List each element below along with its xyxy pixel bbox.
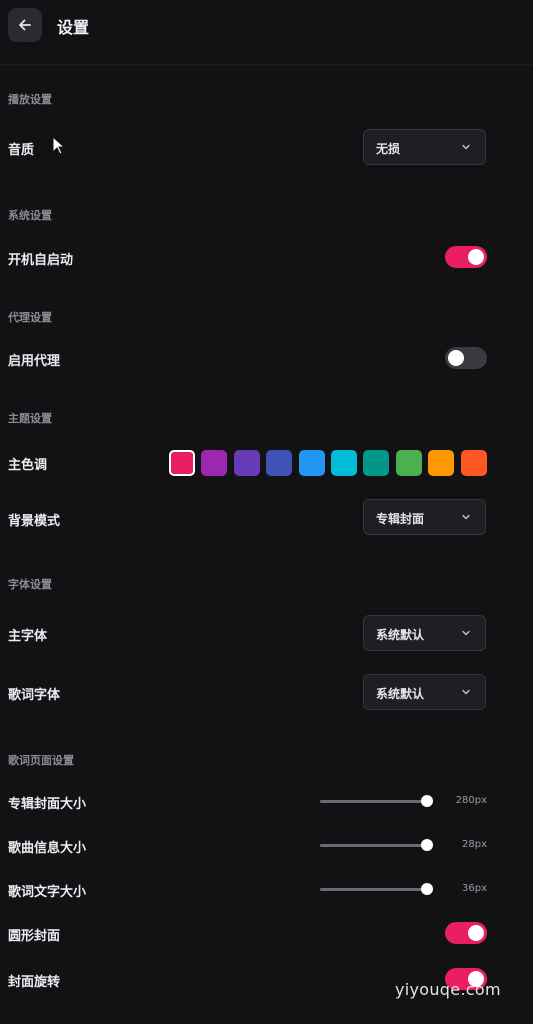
quality-label: 音质: [8, 143, 35, 158]
lyric-font-label: 歌词字体: [8, 688, 61, 703]
chevron-down-icon: [462, 514, 470, 520]
quality-select-value: 无损: [376, 142, 401, 156]
color-swatch[interactable]: [169, 450, 195, 476]
proxy-label: 启用代理: [8, 354, 61, 369]
main-font-value: 系统默认: [376, 628, 425, 642]
watermark-text: yiyouqe.com: [395, 980, 501, 999]
proxy-toggle[interactable]: [445, 347, 487, 369]
chevron-down-icon: [462, 630, 470, 636]
slider-thumb[interactable]: [421, 883, 433, 895]
cover-size-slider[interactable]: [320, 795, 433, 807]
chevron-down-icon: [462, 144, 470, 150]
section-title-font: 字体设置: [8, 578, 52, 591]
main-font-select[interactable]: 系统默认: [363, 615, 486, 651]
text-size-slider[interactable]: [320, 883, 433, 895]
info-size-label: 歌曲信息大小: [8, 841, 87, 856]
info-size-value: 28px: [462, 839, 487, 850]
page-title: 设置: [57, 18, 90, 37]
cover-rotate-label: 封面旋转: [8, 975, 61, 990]
toggle-knob: [468, 249, 484, 265]
lyric-font-select[interactable]: 系统默认: [363, 674, 486, 710]
text-size-label: 歌词文字大小: [8, 885, 87, 900]
section-title-playback: 播放设置: [8, 93, 52, 106]
autostart-label: 开机自启动: [8, 253, 74, 268]
round-cover-toggle[interactable]: [445, 922, 487, 944]
header-bar: 设置: [0, 0, 533, 65]
background-mode-label: 背景模式: [8, 514, 61, 529]
section-title-theme: 主题设置: [8, 412, 52, 425]
quality-select[interactable]: 无损: [363, 129, 486, 165]
color-swatch[interactable]: [233, 450, 260, 476]
toggle-knob: [468, 925, 484, 941]
color-swatch[interactable]: [298, 450, 325, 476]
color-swatch[interactable]: [201, 450, 228, 476]
back-button[interactable]: [8, 8, 42, 42]
lyric-font-value: 系统默认: [376, 687, 425, 701]
info-size-slider[interactable]: [320, 839, 433, 851]
mouse-cursor-icon: [52, 136, 66, 155]
section-title-proxy: 代理设置: [8, 311, 52, 324]
color-swatch[interactable]: [331, 450, 357, 476]
color-swatch[interactable]: [266, 450, 293, 476]
autostart-toggle[interactable]: [445, 246, 487, 268]
slider-fill: [320, 844, 427, 847]
text-size-value: 36px: [462, 883, 487, 894]
chevron-down-icon: [462, 689, 470, 695]
background-mode-select[interactable]: 专辑封面: [363, 499, 486, 535]
cover-size-value: 280px: [455, 795, 487, 806]
color-swatch[interactable]: [395, 450, 422, 476]
cover-size-label: 专辑封面大小: [8, 797, 87, 812]
main-font-label: 主字体: [8, 629, 48, 644]
arrow-left-icon: [19, 19, 31, 31]
slider-fill: [320, 800, 427, 803]
background-mode-value: 专辑封面: [376, 512, 425, 526]
slider-thumb[interactable]: [421, 839, 433, 851]
color-swatch[interactable]: [363, 450, 390, 476]
round-cover-label: 圆形封面: [8, 929, 61, 944]
slider-fill: [320, 888, 427, 891]
slider-thumb[interactable]: [421, 795, 433, 807]
section-title-system: 系统设置: [8, 209, 52, 222]
color-swatch[interactable]: [428, 450, 455, 476]
section-title-lyrics-page: 歌词页面设置: [8, 754, 74, 767]
color-swatch[interactable]: [460, 450, 487, 476]
toggle-knob: [448, 350, 464, 366]
primary-color-label: 主色调: [8, 458, 48, 473]
